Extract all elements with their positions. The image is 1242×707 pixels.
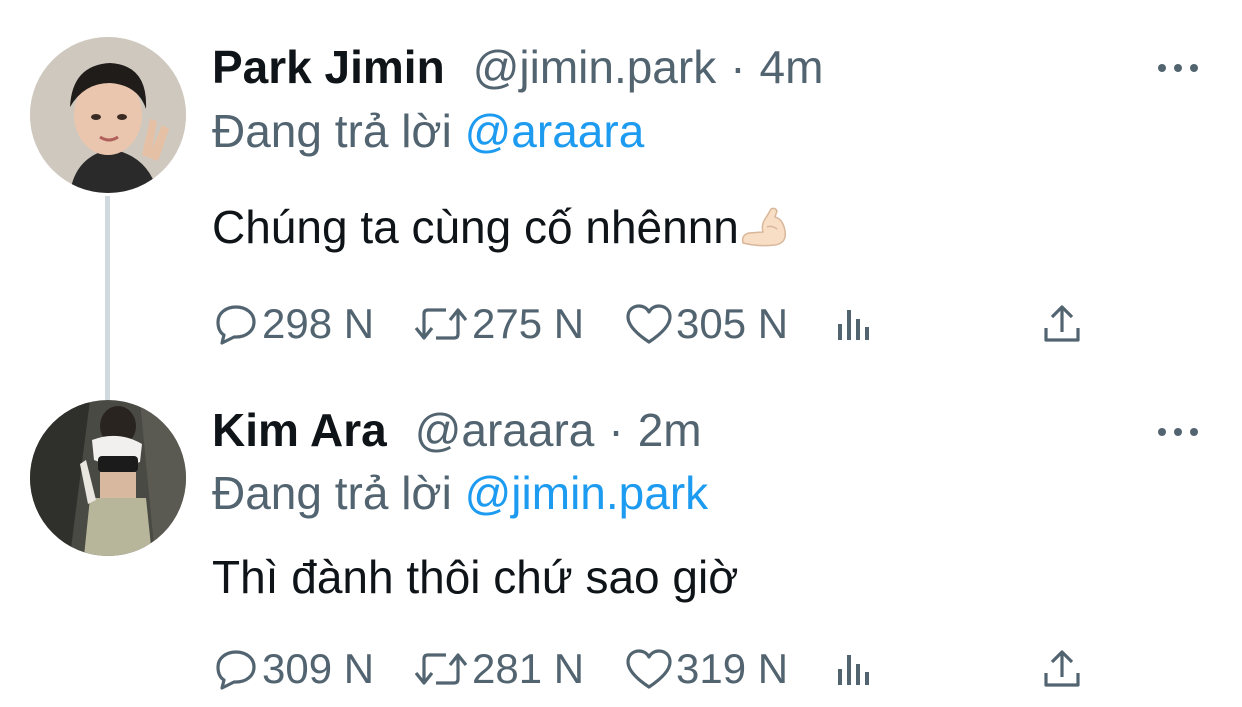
user-handle[interactable]: @jimin.park [473,37,717,97]
like-button[interactable]: 319 N [624,639,788,699]
like-count: 305 N [676,300,789,347]
more-dot [1158,64,1166,72]
more-dot [1174,428,1182,436]
share-button[interactable] [1040,294,1084,354]
share-icon [1044,305,1080,342]
retweet-count: 275 N [472,300,585,347]
separator-dot: · [730,41,746,93]
like-button[interactable]: 305 N [624,294,788,354]
views-button[interactable] [834,294,874,354]
reply-count: 298 N [262,300,375,347]
replying-to: Đang trả lời @jimin.park [212,463,708,523]
more-dot [1190,64,1198,72]
like-icon [626,649,672,689]
more-icon[interactable] [1158,422,1198,442]
flexed-biceps-icon [741,207,786,247]
avatar[interactable] [30,37,186,193]
tweet[interactable]: Kim Ara @araara · 2m Đang trả lời @jimin… [0,380,1242,707]
replying-to-mention[interactable]: @jimin.park [465,467,709,519]
replying-to: Đang trả lời @araara [212,101,644,161]
replying-to-label: Đang trả lời [212,467,452,519]
retweet-icon [414,308,468,340]
share-button[interactable] [1040,639,1084,699]
tweet-text-content: Thì đành thôi chứ sao giờ [212,551,739,603]
tweet-text-content: Chúng ta cùng cố nhênnn [212,201,739,253]
avatar[interactable] [30,400,186,556]
display-name[interactable]: Kim Ara [212,400,387,460]
timestamp[interactable]: 2m [638,400,702,460]
views-icon [838,655,869,685]
views-button[interactable] [834,639,874,699]
tweet-text: Chúng ta cùng cố nhênnn [212,197,789,257]
timestamp[interactable]: 4m [760,37,824,97]
retweet-button[interactable]: 275 N [412,294,584,354]
display-name[interactable]: Park Jimin [212,37,445,97]
tweet-actions: 309 N 281 N 319 N [212,639,1092,699]
replying-to-mention[interactable]: @araara [465,105,645,157]
reply-thread: Park Jimin @jimin.park · 4m Đang trả lời… [0,0,1242,707]
replying-to-label: Đang trả lời [212,105,452,157]
like-icon [626,304,672,344]
like-count: 319 N [676,645,789,692]
tweet[interactable]: Park Jimin @jimin.park · 4m Đang trả lời… [0,0,1242,380]
retweet-icon [414,653,468,685]
views-icon [838,310,869,340]
reply-count: 309 N [262,645,375,692]
reply-button[interactable]: 309 N [212,639,374,699]
more-dot [1190,428,1198,436]
tweet-text: Thì đành thôi chứ sao giờ [212,547,738,607]
tweet-header: Kim Ara @araara · 2m [212,400,702,460]
more-dot [1158,428,1166,436]
tweet-actions: 298 N 275 N 305 N [212,294,1092,354]
reply-icon [216,650,256,690]
tweet-header: Park Jimin @jimin.park · 4m [212,37,823,97]
more-dot [1174,64,1182,72]
separator-dot: · [608,404,624,456]
reply-icon [216,305,256,345]
retweet-count: 281 N [472,645,585,692]
share-icon [1044,650,1080,687]
retweet-button[interactable]: 281 N [412,639,584,699]
reply-button[interactable]: 298 N [212,294,374,354]
more-icon[interactable] [1158,58,1198,78]
user-handle[interactable]: @araara [415,400,595,460]
